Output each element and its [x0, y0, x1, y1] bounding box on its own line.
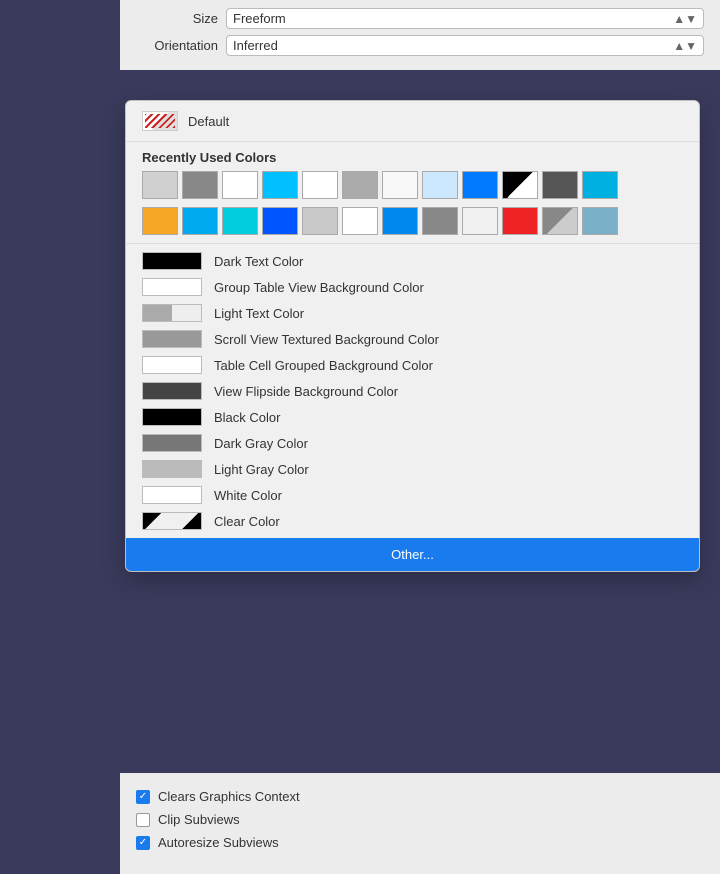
size-value: Freeform — [233, 11, 286, 26]
color-swatch[interactable] — [462, 171, 498, 199]
named-color-label: View Flipside Background Color — [214, 384, 398, 399]
clip-subviews-checkbox[interactable] — [136, 813, 150, 827]
color-swatch[interactable] — [542, 171, 578, 199]
color-swatch[interactable] — [302, 207, 338, 235]
named-swatch — [142, 278, 202, 296]
clears-graphics-checkbox[interactable] — [136, 790, 150, 804]
named-color-row[interactable]: Dark Gray Color — [126, 430, 699, 456]
named-color-row[interactable]: View Flipside Background Color — [126, 378, 699, 404]
named-color-label: Light Text Color — [214, 306, 304, 321]
autoresize-subviews-label: Autoresize Subviews — [158, 835, 279, 850]
color-swatch[interactable] — [142, 207, 178, 235]
named-color-row[interactable]: Light Text Color — [126, 300, 699, 326]
color-dropdown: Default Recently Used Colors — [125, 100, 700, 572]
color-swatch[interactable] — [262, 171, 298, 199]
clip-subviews-row: Clip Subviews — [136, 812, 704, 827]
color-swatch[interactable] — [182, 171, 218, 199]
color-swatch[interactable] — [582, 207, 618, 235]
top-controls: Size Freeform ▲▼ Orientation Inferred ▲▼ — [120, 0, 720, 70]
named-color-row[interactable]: White Color — [126, 482, 699, 508]
named-color-label: Light Gray Color — [214, 462, 309, 477]
color-swatch[interactable] — [542, 207, 578, 235]
autoresize-subviews-row: Autoresize Subviews — [136, 835, 704, 850]
color-swatch[interactable] — [342, 207, 378, 235]
recently-used-title: Recently Used Colors — [126, 142, 699, 171]
named-swatch — [142, 486, 202, 504]
named-swatch — [142, 330, 202, 348]
orientation-value: Inferred — [233, 38, 278, 53]
named-color-label: Group Table View Background Color — [214, 280, 424, 295]
color-swatch[interactable] — [382, 207, 418, 235]
default-row[interactable]: Default — [126, 101, 699, 142]
default-label: Default — [188, 114, 229, 129]
named-swatch — [142, 460, 202, 478]
named-swatch — [142, 252, 202, 270]
named-color-row[interactable]: Dark Text Color — [126, 248, 699, 274]
color-grid-row1 — [126, 171, 699, 207]
color-swatch[interactable] — [302, 171, 338, 199]
named-color-label: White Color — [214, 488, 282, 503]
named-color-label: Table Cell Grouped Background Color — [214, 358, 433, 373]
named-color-label: Scroll View Textured Background Color — [214, 332, 439, 347]
named-color-row[interactable]: Black Color — [126, 404, 699, 430]
named-color-row[interactable]: Group Table View Background Color — [126, 274, 699, 300]
color-swatch[interactable] — [422, 207, 458, 235]
autoresize-subviews-checkbox[interactable] — [136, 836, 150, 850]
color-swatch[interactable] — [182, 207, 218, 235]
size-row: Size Freeform ▲▼ — [136, 8, 704, 29]
named-swatch — [142, 304, 202, 322]
other-button[interactable]: Other... — [126, 538, 699, 571]
orientation-stepper-icon: ▲▼ — [673, 40, 697, 52]
named-color-label: Dark Gray Color — [214, 436, 308, 451]
clip-subviews-label: Clip Subviews — [158, 812, 240, 827]
named-swatch — [142, 512, 202, 530]
named-color-label: Clear Color — [214, 514, 280, 529]
named-swatch — [142, 434, 202, 452]
orientation-label: Orientation — [136, 38, 226, 53]
color-swatch[interactable] — [142, 171, 178, 199]
color-swatch[interactable] — [462, 207, 498, 235]
named-color-label: Dark Text Color — [214, 254, 303, 269]
bottom-area: Clears Graphics Context Clip Subviews Au… — [120, 773, 720, 874]
size-stepper-icon: ▲▼ — [673, 13, 697, 25]
named-color-row[interactable]: Clear Color — [126, 508, 699, 534]
color-grid-row2 — [126, 207, 699, 243]
named-color-row[interactable]: Scroll View Textured Background Color — [126, 326, 699, 352]
color-swatch[interactable] — [382, 171, 418, 199]
color-swatch[interactable] — [422, 171, 458, 199]
named-swatch — [142, 408, 202, 426]
named-color-label: Black Color — [214, 410, 280, 425]
color-swatch[interactable] — [582, 171, 618, 199]
color-swatch[interactable] — [502, 207, 538, 235]
color-swatch[interactable] — [262, 207, 298, 235]
default-swatch — [142, 111, 178, 131]
named-colors-list: Dark Text Color Group Table View Backgro… — [126, 243, 699, 538]
named-swatch — [142, 356, 202, 374]
clears-graphics-row: Clears Graphics Context — [136, 789, 704, 804]
color-swatch[interactable] — [342, 171, 378, 199]
clears-graphics-label: Clears Graphics Context — [158, 789, 300, 804]
named-swatch — [142, 382, 202, 400]
named-color-row[interactable]: Light Gray Color — [126, 456, 699, 482]
orientation-row: Orientation Inferred ▲▼ — [136, 35, 704, 56]
orientation-select[interactable]: Inferred ▲▼ — [226, 35, 704, 56]
named-color-row[interactable]: Table Cell Grouped Background Color — [126, 352, 699, 378]
size-label: Size — [136, 11, 226, 26]
size-select[interactable]: Freeform ▲▼ — [226, 8, 704, 29]
color-swatch[interactable] — [502, 171, 538, 199]
color-swatch[interactable] — [222, 207, 258, 235]
color-swatch[interactable] — [222, 171, 258, 199]
